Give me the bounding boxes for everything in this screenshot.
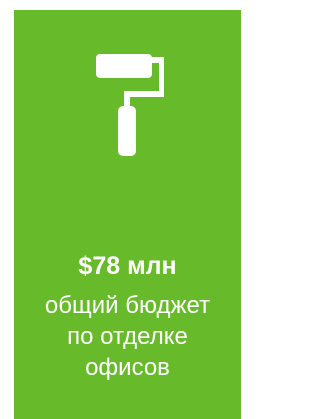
- description-line-1: общий бюджет: [44, 292, 211, 319]
- paint-roller-icon: [94, 44, 164, 164]
- budget-description: общий бюджет по отделке офисов: [14, 290, 241, 383]
- budget-stat-card: $78 млн общий бюджет по отделке офисов: [14, 10, 241, 419]
- description-line-3: офисов: [85, 354, 170, 381]
- description-line-2: по отделке: [67, 323, 188, 350]
- budget-amount: $78 млн: [78, 252, 177, 280]
